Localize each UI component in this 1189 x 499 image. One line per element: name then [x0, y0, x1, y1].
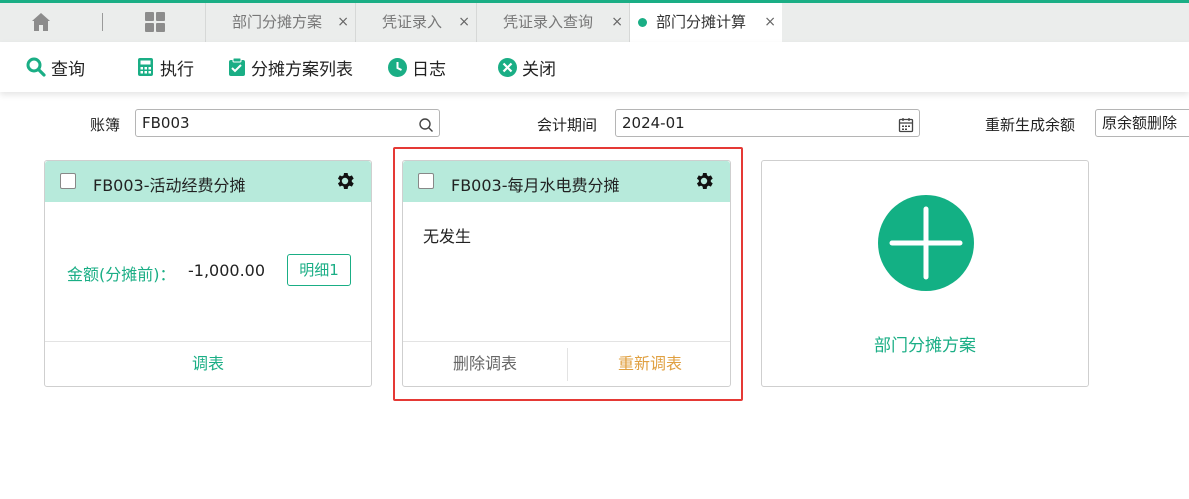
card-title: FB003-活动经费分摊 [93, 176, 246, 195]
scheme-list-button[interactable]: 分摊方案列表 [227, 55, 353, 80]
search-icon [26, 57, 46, 77]
highlight-box [393, 147, 743, 401]
clock-icon [388, 57, 407, 77]
adjust-table-button[interactable]: 调表 [45, 342, 371, 386]
filter-row: 账簿 FB003 会计期间 2024-01 重新生成余额 原余额删除 [0, 108, 1189, 138]
ledger-value: FB003 [142, 114, 190, 132]
close-label: 关闭 [522, 59, 556, 80]
grid-icon[interactable] [144, 11, 166, 33]
tab-close-icon[interactable]: × [611, 3, 623, 42]
amount-value: -1,000.00 [188, 261, 266, 280]
period-input[interactable]: 2024-01 [615, 109, 920, 137]
tab-close-icon[interactable]: × [337, 3, 349, 42]
query-label: 查询 [51, 59, 85, 80]
period-value: 2024-01 [622, 114, 685, 132]
log-label: 日志 [412, 59, 446, 80]
query-button[interactable]: 查询 [25, 55, 85, 80]
add-scheme-label: 部门分摊方案 [874, 336, 976, 356]
plus-icon[interactable] [878, 195, 974, 291]
tab-voucher-query[interactable]: 凭证录入查询 × [476, 3, 629, 42]
tab-label: 凭证录入 [382, 13, 443, 31]
toolbar: 查询 执行 分摊方案列表 日志 关闭 [0, 42, 1189, 92]
tab-label: 部门分摊计算 [656, 13, 747, 31]
close-circle-icon [498, 57, 517, 77]
period-label: 会计期间 [537, 116, 598, 134]
regen-balance-value: 原余额删除 [1102, 114, 1178, 132]
tab-dept-allocation-calc[interactable]: 部门分摊计算 × [629, 3, 782, 42]
tab-label: 凭证录入查询 [503, 13, 594, 31]
tab-close-icon[interactable]: × [764, 3, 776, 42]
regen-balance-label: 重新生成余额 [985, 116, 1076, 134]
detail-button[interactable]: 明细1 [287, 254, 351, 286]
clipboard-icon [229, 57, 245, 76]
ledger-label: 账簿 [90, 116, 121, 134]
tab-bar: 部门分摊方案 × 凭证录入 × 凭证录入查询 × 部门分摊计算 × [0, 3, 1189, 42]
allocation-card-activity: FB003-活动经费分摊 金额(分摊前)： -1,000.00 明细1 调表 [44, 160, 372, 387]
home-icon[interactable] [30, 11, 52, 33]
active-tab-dot [638, 18, 647, 27]
card-footer: 调表 [45, 341, 371, 386]
ledger-input[interactable]: FB003 [135, 109, 440, 137]
tab-close-icon[interactable]: × [458, 3, 470, 42]
execute-label: 执行 [160, 59, 194, 80]
search-icon[interactable] [418, 115, 434, 141]
execute-button[interactable]: 执行 [136, 55, 194, 80]
tab-dept-allocation-scheme[interactable]: 部门分摊方案 × [205, 3, 355, 42]
card-header: FB003-活动经费分摊 [45, 161, 371, 202]
scheme-list-label: 分摊方案列表 [251, 59, 353, 80]
tab-separator [102, 13, 103, 31]
regen-balance-select[interactable]: 原余额删除 [1095, 109, 1189, 137]
close-button[interactable]: 关闭 [497, 55, 556, 80]
tab-voucher-entry[interactable]: 凭证录入 × [355, 3, 476, 42]
tab-label: 部门分摊方案 [232, 13, 323, 31]
add-scheme-card[interactable]: 部门分摊方案 [761, 160, 1089, 387]
amount-label: 金额(分摊前)： [67, 265, 176, 284]
calculator-icon [138, 58, 153, 76]
calendar-icon[interactable] [898, 115, 914, 141]
card-checkbox[interactable] [60, 173, 76, 189]
log-button[interactable]: 日志 [387, 55, 446, 80]
gear-icon[interactable] [334, 170, 356, 192]
